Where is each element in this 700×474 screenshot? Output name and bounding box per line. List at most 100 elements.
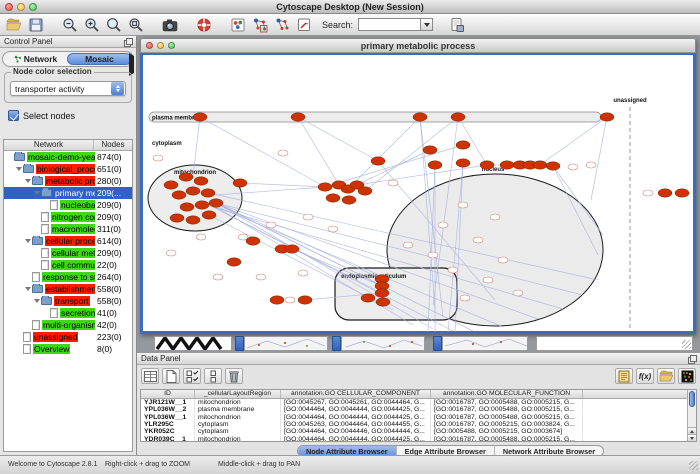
zoom-in-icon[interactable] xyxy=(82,15,102,35)
zoom-out-icon[interactable] xyxy=(60,15,80,35)
merge-networks-icon[interactable] xyxy=(250,15,270,35)
vizmapper-icon[interactable] xyxy=(228,15,248,35)
tab-network[interactable]: Network xyxy=(4,53,67,65)
save-icon[interactable] xyxy=(26,15,46,35)
network-node[interactable] xyxy=(202,211,216,219)
network-node[interactable] xyxy=(456,159,470,167)
network-node[interactable] xyxy=(546,162,560,170)
network-node-unselected[interactable] xyxy=(483,277,493,283)
network-node-unselected[interactable] xyxy=(328,226,338,232)
tree-row[interactable]: nitrogen compo209(0) xyxy=(4,211,132,223)
tree-column-nodes[interactable]: Nodes xyxy=(94,140,132,150)
network-node-unselected[interactable] xyxy=(256,274,266,280)
tree-row[interactable]: cellular process614(0) xyxy=(4,235,132,247)
network-node-unselected[interactable] xyxy=(303,214,313,220)
tree-row[interactable]: macromolecule311(0) xyxy=(4,223,132,235)
network-node-unselected[interactable] xyxy=(428,252,438,258)
select-nodes-checkbox[interactable] xyxy=(8,110,19,121)
network-node-unselected[interactable] xyxy=(458,202,468,208)
network-node-unselected[interactable] xyxy=(403,242,413,248)
more-tabs-arrow[interactable] xyxy=(129,56,134,74)
network-node-unselected[interactable] xyxy=(196,234,206,240)
network-node-unselected[interactable] xyxy=(498,257,508,263)
resize-grip-icon[interactable] xyxy=(689,461,698,470)
network-node[interactable] xyxy=(227,258,241,266)
minimize-window-button[interactable] xyxy=(17,3,25,11)
table-row[interactable]: YPL036W__1mitochondrion[GO:0044464, GO:0… xyxy=(141,414,687,421)
column-header[interactable]: _cellularLayoutRegion xyxy=(195,390,281,398)
table-row[interactable]: YDR039C__1mitochondrion[GO:0044464, GO:0… xyxy=(141,435,687,441)
attribute-notes-icon[interactable] xyxy=(615,368,633,384)
background-window[interactable] xyxy=(341,336,425,351)
tree-row[interactable]: cell communicat22(0) xyxy=(4,259,132,271)
network-node-unselected[interactable] xyxy=(153,155,163,161)
network-node[interactable] xyxy=(428,161,442,169)
scrollbar-thumb[interactable] xyxy=(689,391,695,407)
network-node[interactable] xyxy=(500,161,514,169)
zoom-window-button[interactable] xyxy=(29,3,37,11)
import-attributes-icon[interactable] xyxy=(657,368,675,384)
tree-column-network[interactable]: Network xyxy=(4,140,94,150)
table-row[interactable]: YJR121W__1mitochondrion[GO:0045267, GO:0… xyxy=(141,399,687,406)
network-node[interactable] xyxy=(326,194,340,202)
tree-row[interactable]: transport558(0) xyxy=(4,295,132,307)
network-node[interactable] xyxy=(201,189,215,197)
network-node[interactable] xyxy=(423,146,437,154)
session-save-icon[interactable] xyxy=(447,15,467,35)
search-input[interactable] xyxy=(358,18,420,31)
network-node[interactable] xyxy=(170,214,184,222)
network-node[interactable] xyxy=(413,113,427,121)
network-node-unselected[interactable] xyxy=(643,190,653,196)
network-node[interactable] xyxy=(193,113,207,121)
network-node[interactable] xyxy=(600,113,614,121)
network-node[interactable] xyxy=(186,187,200,195)
network-node[interactable] xyxy=(180,203,194,211)
network-node-unselected[interactable] xyxy=(266,222,276,228)
network-node[interactable] xyxy=(533,161,547,169)
network-node-unselected[interactable] xyxy=(166,250,176,256)
network-modify-icon[interactable] xyxy=(272,15,292,35)
expand-arrow-icon[interactable] xyxy=(33,299,41,303)
zoom-selected-icon[interactable] xyxy=(104,15,124,35)
network-node[interactable] xyxy=(358,187,372,195)
network-node-unselected[interactable] xyxy=(438,222,448,228)
tree-row[interactable]: cellular metabol209(0) xyxy=(4,247,132,259)
tree-row[interactable]: unassigned223(0) xyxy=(4,331,132,343)
network-node[interactable] xyxy=(451,113,465,121)
network-window-titlebar[interactable]: primary metabolic process xyxy=(140,38,696,53)
network-node[interactable] xyxy=(298,296,312,304)
tree-row[interactable]: mosaic-demo-yeast874(0) xyxy=(4,151,132,163)
scroll-up-button[interactable] xyxy=(688,427,696,434)
close-window-button[interactable] xyxy=(5,3,13,11)
network-node[interactable] xyxy=(342,196,356,204)
network-node-unselected[interactable] xyxy=(278,150,288,156)
background-window[interactable] xyxy=(536,336,693,351)
annotation-icon[interactable] xyxy=(294,15,314,35)
network-node[interactable] xyxy=(675,189,689,197)
minimize-view-button[interactable] xyxy=(157,42,164,49)
network-node[interactable] xyxy=(186,216,200,224)
tree-row[interactable]: biological_process651(0) xyxy=(4,163,132,175)
search-dropdown-button[interactable] xyxy=(420,18,433,31)
function-builder-icon[interactable]: f(x) xyxy=(636,368,654,384)
background-window[interactable] xyxy=(154,336,232,351)
tree-row[interactable]: secretion41(0) xyxy=(4,307,132,319)
tab-mosaic[interactable]: Mosaic xyxy=(67,53,132,65)
attribute-table-icon[interactable] xyxy=(141,368,159,384)
select-attributes-icon[interactable] xyxy=(183,368,201,384)
network-node-unselected[interactable] xyxy=(568,164,578,170)
network-node[interactable] xyxy=(318,183,332,191)
network-node-unselected[interactable] xyxy=(448,267,458,273)
network-node[interactable] xyxy=(658,189,672,197)
delete-attribute-icon[interactable] xyxy=(225,368,243,384)
column-header[interactable]: ID xyxy=(141,390,195,398)
node-color-select[interactable]: transporter activity xyxy=(10,81,126,96)
network-node[interactable] xyxy=(375,289,389,297)
open-icon[interactable] xyxy=(4,15,24,35)
network-node[interactable] xyxy=(194,177,208,185)
background-window-border[interactable] xyxy=(332,336,341,351)
network-view-window[interactable]: primary metabolic process plasma membran… xyxy=(140,38,696,334)
tree-row[interactable]: nucleobase-209(0) xyxy=(4,199,132,211)
network-node[interactable] xyxy=(172,191,186,199)
expand-arrow-icon[interactable] xyxy=(15,167,23,171)
